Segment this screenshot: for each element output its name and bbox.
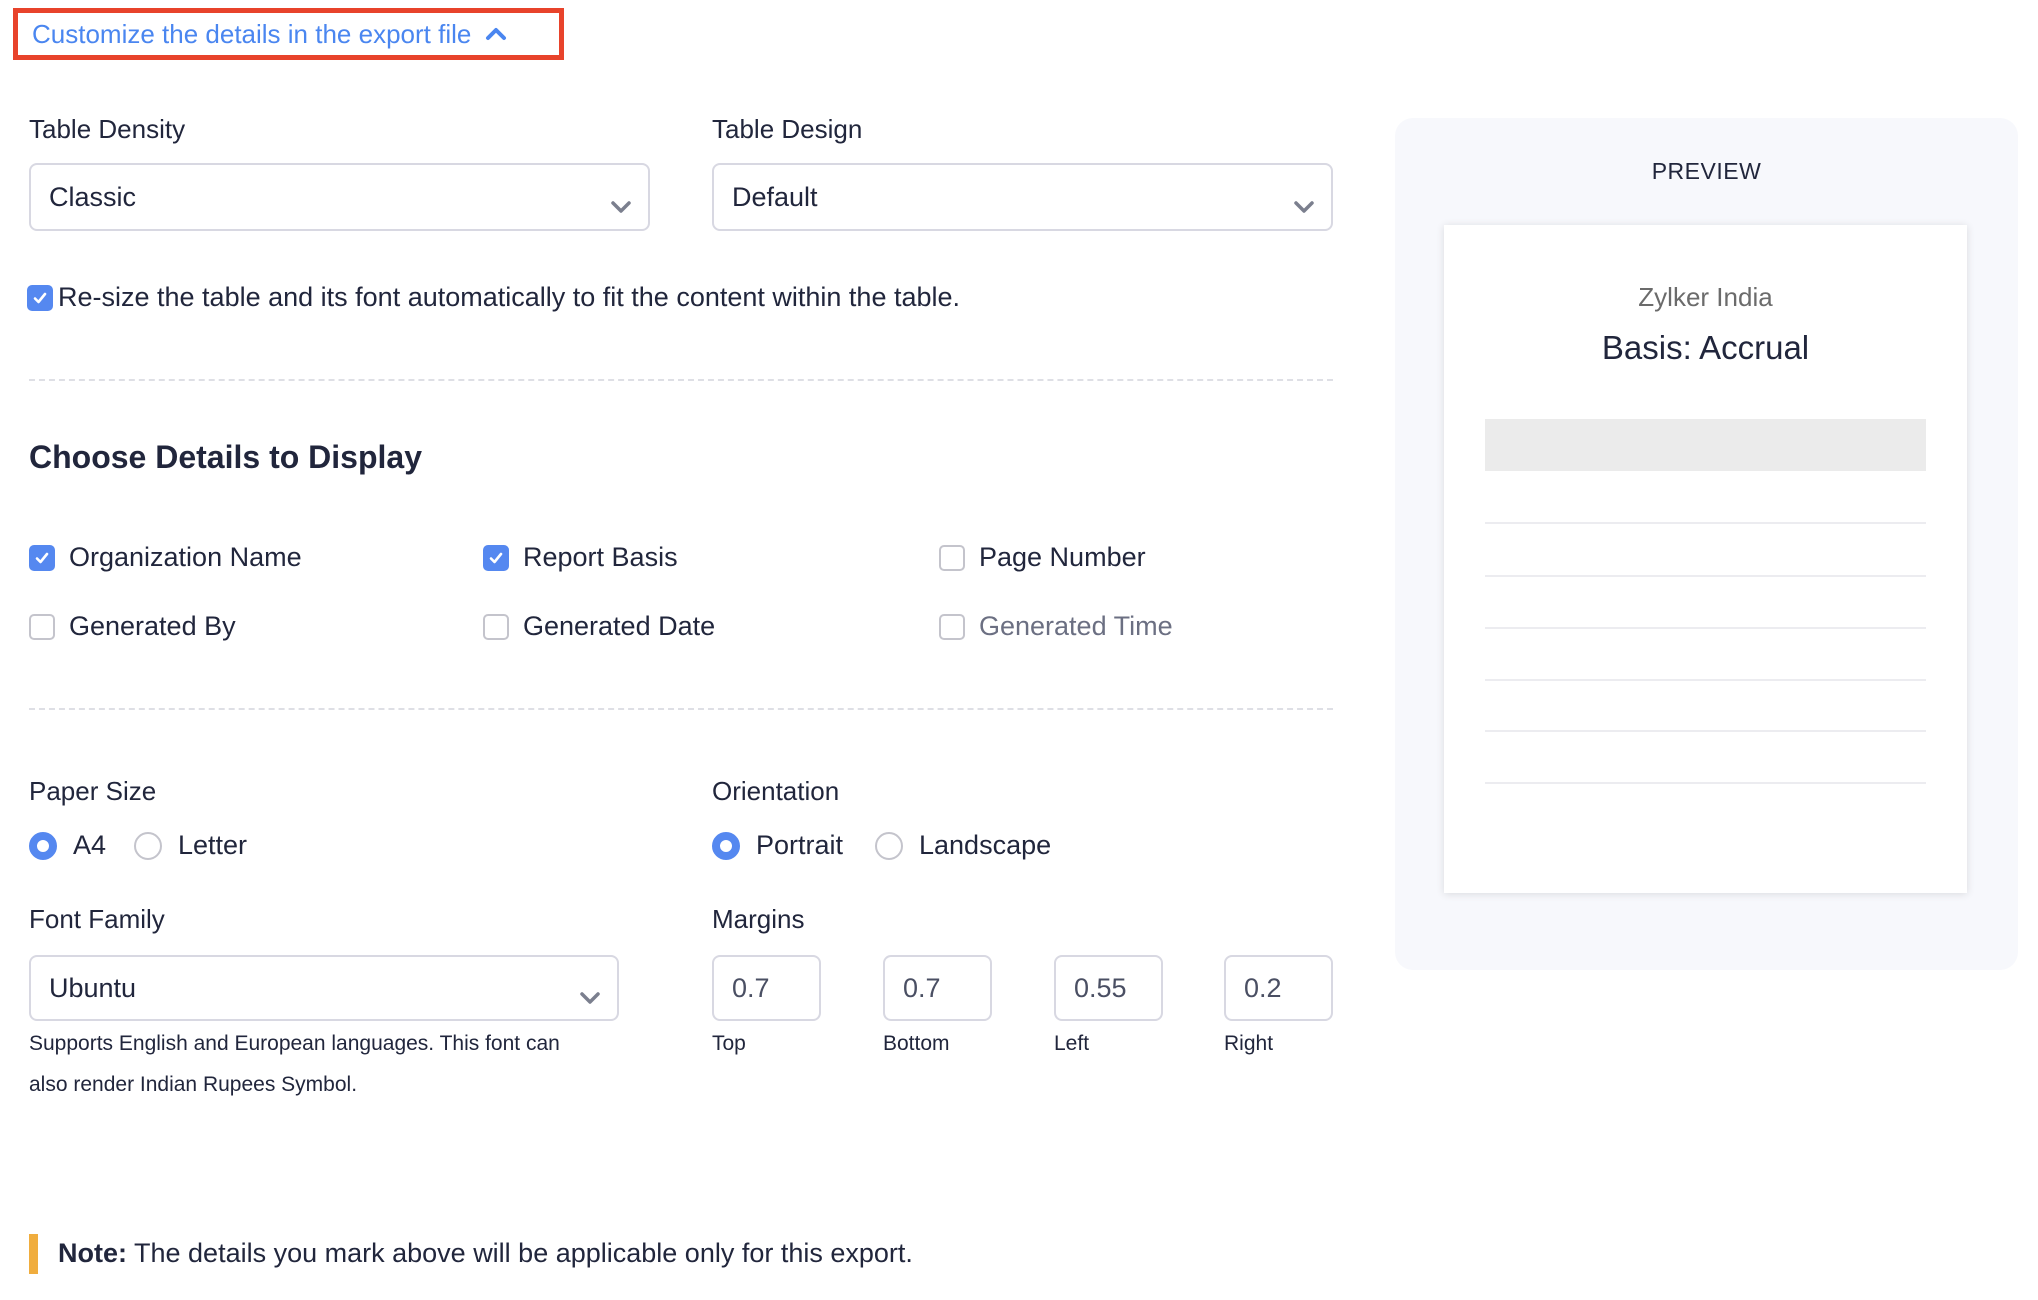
generated-time-label: Generated Time <box>979 611 1173 641</box>
table-density-select[interactable]: Classic <box>29 163 650 231</box>
check-icon <box>35 552 49 564</box>
font-family-select[interactable]: Ubuntu <box>29 955 619 1021</box>
margin-right-label: Right <box>1224 1032 1274 1055</box>
margin-right-input[interactable]: 0.2 <box>1224 955 1333 1021</box>
generated-time-checkbox[interactable] <box>939 614 965 640</box>
margin-left-label: Left <box>1054 1032 1090 1055</box>
customize-details-toggle[interactable]: Customize the details in the export file <box>13 8 564 60</box>
preview-table-row <box>1485 627 1926 629</box>
paper-size-letter-label: Letter <box>178 830 248 860</box>
page-number-checkbox[interactable] <box>939 545 965 571</box>
check-icon <box>489 552 503 564</box>
divider <box>29 379 1333 381</box>
preview-title: PREVIEW <box>1651 158 1762 184</box>
customize-details-label: Customize the details in the export file <box>32 18 472 49</box>
preview-paper: Zylker India Basis: Accrual <box>1444 225 1967 893</box>
margin-top-label: Top <box>712 1032 746 1055</box>
table-design-label: Table Design <box>712 114 863 144</box>
report-basis-checkbox[interactable] <box>483 545 509 571</box>
note-accent-bar <box>29 1234 38 1274</box>
margin-top-input[interactable]: 0.7 <box>712 955 821 1021</box>
organization-name-checkbox[interactable] <box>29 545 55 571</box>
preview-basis: Basis: Accrual <box>1601 329 1810 366</box>
chevron-down-icon <box>579 981 601 1004</box>
autofit-label: Re-size the table and its font automatic… <box>58 282 961 312</box>
chevron-up-icon <box>485 23 507 45</box>
table-design-value: Default <box>732 181 818 212</box>
font-family-value: Ubuntu <box>49 972 137 1003</box>
paper-size-letter-radio[interactable] <box>134 832 162 860</box>
orientation-landscape-label: Landscape <box>919 830 1052 860</box>
check-icon <box>33 292 47 304</box>
preview-table-row <box>1485 575 1926 577</box>
orientation-label: Orientation <box>712 776 840 806</box>
preview-org-name: Zylker India <box>1638 282 1773 312</box>
generated-by-checkbox[interactable] <box>29 614 55 640</box>
note-text: The details you mark above will be appli… <box>127 1238 913 1268</box>
note-prefix: Note: <box>58 1238 127 1268</box>
margin-bottom-input[interactable]: 0.7 <box>883 955 992 1021</box>
choose-details-title: Choose Details to Display <box>29 439 422 475</box>
margins-label: Margins <box>712 904 805 934</box>
preview-table-row <box>1485 730 1926 732</box>
chevron-down-icon <box>1293 190 1315 213</box>
orientation-portrait-radio[interactable] <box>712 832 740 860</box>
table-density-value: Classic <box>49 181 137 212</box>
table-design-select[interactable]: Default <box>712 163 1333 231</box>
generated-date-checkbox[interactable] <box>483 614 509 640</box>
paper-size-a4-label: A4 <box>73 830 107 860</box>
autofit-checkbox[interactable] <box>27 285 53 311</box>
generated-by-label: Generated By <box>69 611 236 641</box>
preview-table-row <box>1485 679 1926 681</box>
orientation-landscape-radio[interactable] <box>875 832 903 860</box>
margin-left-input[interactable]: 0.55 <box>1054 955 1163 1021</box>
paper-size-label: Paper Size <box>29 776 157 806</box>
preview-table-header <box>1485 419 1926 471</box>
export-note: Note: The details you mark above will be… <box>58 1238 913 1269</box>
margin-bottom-label: Bottom <box>883 1032 950 1055</box>
preview-table-row <box>1485 522 1926 524</box>
generated-date-label: Generated Date <box>523 611 716 641</box>
organization-name-label: Organization Name <box>69 542 302 572</box>
font-help-text-line1: Supports English and European languages.… <box>29 1032 560 1055</box>
table-density-label: Table Density <box>29 114 186 144</box>
preview-panel: PREVIEW Zylker India Basis: Accrual <box>1395 118 2018 970</box>
report-basis-label: Report Basis <box>523 542 678 572</box>
font-help-text-line2: also render Indian Rupees Symbol. <box>29 1073 358 1096</box>
preview-table-row <box>1485 782 1926 784</box>
divider <box>29 708 1333 710</box>
chevron-down-icon <box>610 190 632 213</box>
page-number-label: Page Number <box>979 542 1146 572</box>
orientation-portrait-label: Portrait <box>756 830 844 860</box>
paper-size-a4-radio[interactable] <box>29 832 57 860</box>
font-family-label: Font Family <box>29 904 165 934</box>
